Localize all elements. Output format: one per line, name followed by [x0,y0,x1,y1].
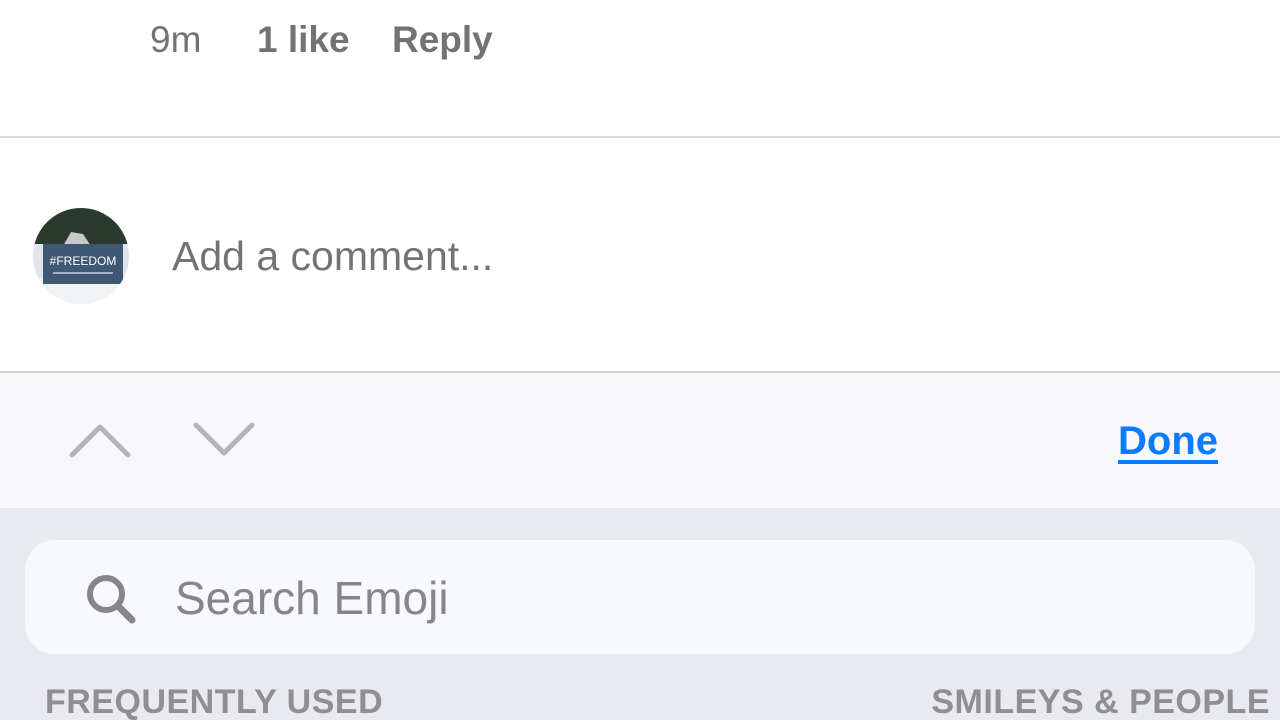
previous-field-button[interactable] [66,415,134,463]
comment-likes-count[interactable]: 1 like [257,18,350,62]
done-button[interactable]: Done [1118,417,1218,465]
keyboard-accessory-bar: Done [0,373,1280,508]
next-field-button[interactable] [190,415,258,463]
chevron-down-icon [193,422,255,456]
reply-button[interactable]: Reply [392,18,493,62]
search-icon [87,575,136,624]
comment-meta-row: 9m 1 like Reply [0,0,1280,137]
avatar-image: #FREEDOM [33,208,129,304]
chevron-up-icon [69,424,131,458]
category-smileys-people: SMILEYS & PEOPLE [931,683,1270,720]
comment-timestamp: 9m [150,19,202,60]
avatar[interactable]: #FREEDOM [33,208,129,304]
emoji-search-input[interactable] [175,570,1215,626]
avatar-sign-text: #FREEDOM [50,254,117,268]
comment-composer: #FREEDOM [0,138,1280,372]
emoji-keyboard: FREQUENTLY USED SMILEYS & PEOPLE [0,508,1280,720]
comments-screen: 9m 1 like Reply #FREEDOM Add a comment..… [0,0,1280,720]
emoji-search-box[interactable] [25,540,1255,654]
comment-input[interactable] [172,230,1072,282]
category-frequently-used: FREQUENTLY USED [45,683,384,720]
